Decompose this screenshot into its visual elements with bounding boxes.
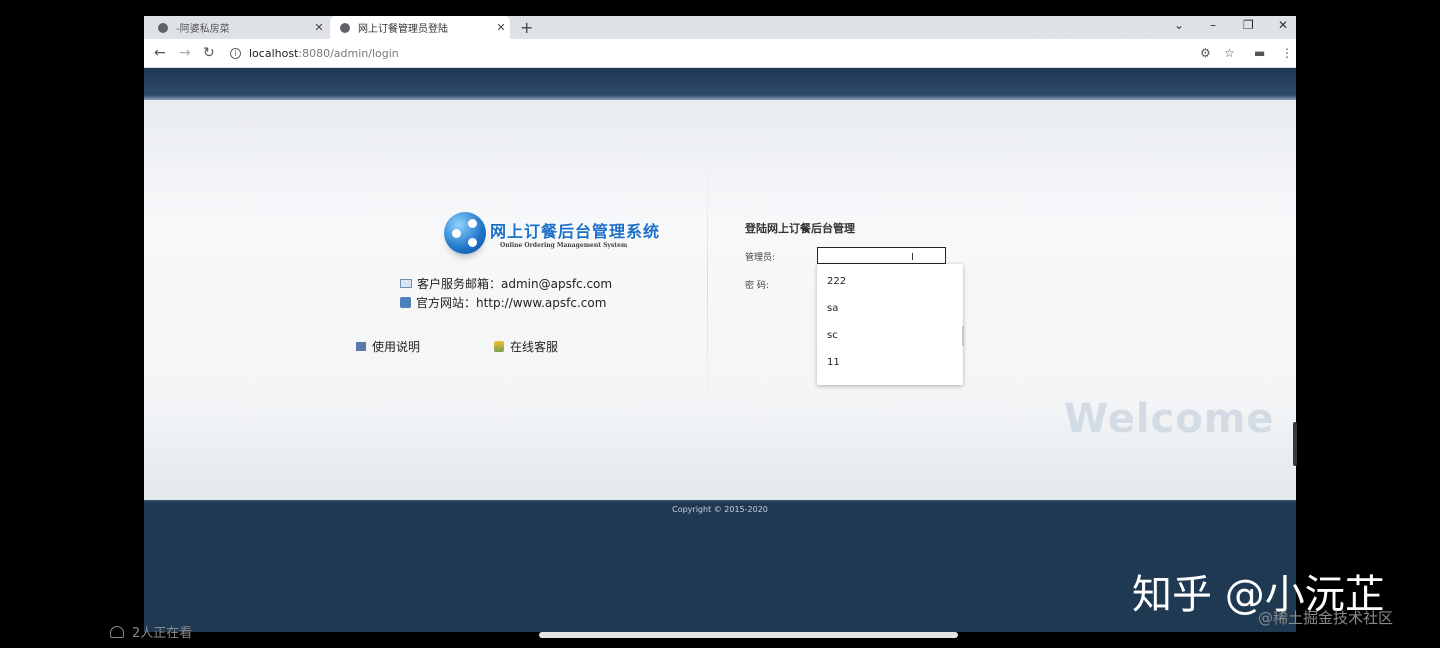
system-logo: 网上订餐后台管理系统 Online Ordering Management Sy… — [444, 212, 659, 272]
maximize-icon[interactable]: ❐ — [1243, 18, 1254, 32]
autocomplete-option[interactable]: sa — [817, 295, 963, 322]
copyright: Copyright © 2015-2020 — [672, 505, 768, 514]
tab-close-icon[interactable]: ✕ — [492, 21, 510, 34]
forward-arrow-icon[interactable]: → — [179, 45, 191, 61]
mail-icon — [400, 279, 412, 288]
tab-title: -阿婆私房菜 — [176, 24, 230, 35]
autocomplete-option[interactable]: sc — [817, 322, 963, 349]
juejin-watermark: @稀土掘金技术社区 — [1258, 609, 1394, 627]
browser-tab-2[interactable]: 网上订餐管理员登陆 ✕ — [330, 16, 510, 39]
new-tab-icon[interactable]: + — [520, 18, 533, 37]
home-indicator[interactable] — [539, 632, 958, 638]
share-logo-icon — [444, 212, 486, 254]
website-text: 官方网站：http://www.apsfc.com — [416, 296, 607, 310]
autocomplete-option[interactable]: 222 — [817, 268, 963, 295]
top-watermark: 尚学堂java学院 — [1024, 38, 1152, 59]
star-icon[interactable]: ☆ — [1224, 46, 1235, 60]
headphones-icon — [110, 625, 124, 638]
login-page: 网上订餐后台管理系统 Online Ordering Management Sy… — [144, 68, 1296, 632]
logo-subtitle: Online Ordering Management System — [500, 242, 628, 249]
vertical-divider — [707, 148, 708, 418]
viewers-count: 2人正在看 — [110, 622, 192, 641]
back-arrow-icon[interactable]: ← — [154, 45, 166, 61]
admin-input[interactable] — [817, 247, 946, 264]
screen: -阿婆私房菜 ✕ 网上订餐管理员登陆 ✕ + ⌄ – ❐ ✕ ← → ↻ i l… — [144, 16, 1296, 632]
minimize-icon[interactable]: – — [1210, 18, 1216, 32]
online-service-label: 在线客服 — [510, 340, 559, 354]
tab-close-icon[interactable]: ✕ — [310, 21, 328, 34]
tab-search-icon[interactable]: ⌄ — [1174, 18, 1184, 32]
address-bar[interactable]: i localhost :8080/admin/login — [230, 43, 1130, 64]
browser-tab-1[interactable]: -阿婆私房菜 ✕ — [148, 16, 328, 39]
email-line: 客户服务邮箱：admin@apsfc.com — [400, 275, 612, 292]
text-cursor-icon: I — [911, 252, 914, 263]
welcome-text: Welcome — [1064, 396, 1275, 442]
logo-title: 网上订餐后台管理系统 — [490, 222, 661, 241]
menu-dots-icon[interactable]: ⋮ — [1281, 46, 1293, 60]
autocomplete-dropdown: 222 sa sc 11 — [817, 264, 963, 385]
viewers-text: 2人正在看 — [132, 626, 193, 641]
header-band — [144, 68, 1296, 100]
reload-icon[interactable]: ↻ — [203, 45, 215, 61]
online-service-link[interactable]: 在线客服 — [494, 338, 558, 355]
help-link-label: 使用说明 — [372, 340, 421, 354]
customer-service-icon — [494, 341, 504, 352]
password-label: 密 码: — [745, 281, 769, 291]
side-handle[interactable] — [1293, 422, 1297, 466]
autocomplete-option[interactable]: 11 — [817, 349, 963, 376]
profile-icon[interactable]: ▬ — [1254, 46, 1265, 60]
website-icon — [400, 297, 411, 308]
tab-title: 网上订餐管理员登陆 — [358, 24, 448, 35]
book-icon — [356, 342, 366, 351]
globe-icon — [158, 22, 168, 33]
admin-label: 管理员: — [745, 253, 776, 263]
website-line: 官方网站：http://www.apsfc.com — [400, 294, 606, 311]
footer-band: Copyright © 2015-2020 — [144, 500, 1296, 632]
url-host: localhost — [249, 47, 299, 60]
url-path: :8080/admin/login — [298, 47, 399, 60]
extension-icon[interactable]: ⚙ — [1200, 46, 1211, 60]
window-close-icon[interactable]: ✕ — [1278, 18, 1288, 32]
help-link[interactable]: 使用说明 — [356, 338, 420, 355]
email-text: 客户服务邮箱：admin@apsfc.com — [417, 277, 613, 291]
globe-icon — [340, 22, 350, 33]
site-info-icon[interactable]: i — [230, 48, 241, 59]
login-title: 登陆网上订餐后台管理 — [745, 222, 855, 235]
scroll-thumb[interactable] — [962, 326, 964, 346]
